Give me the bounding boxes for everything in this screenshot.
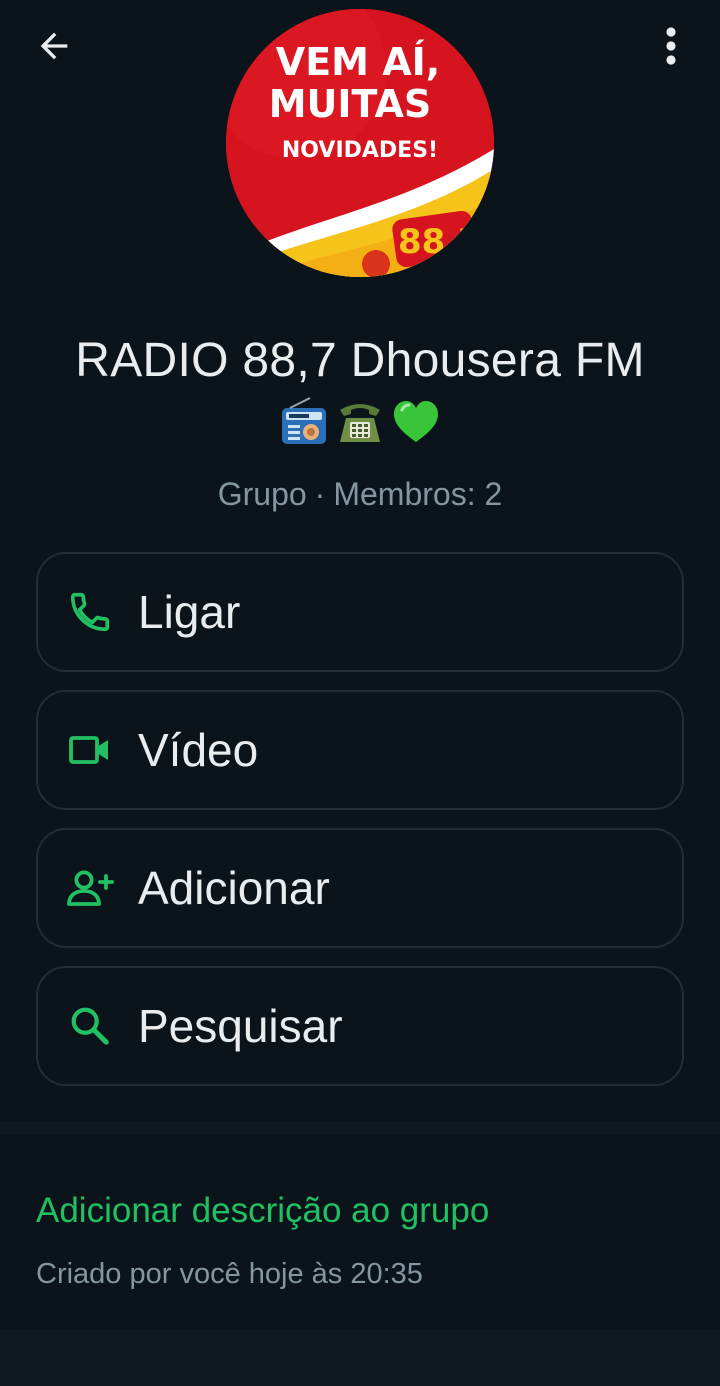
group-type: Grupo [217,476,307,512]
avatar-line-2: MUITAS [269,82,432,126]
avatar-artwork: 88,7 VEM AÍ, MUITAS NOVIDADES! [226,9,494,277]
back-button[interactable] [28,20,80,72]
arrow-left-icon [40,32,68,60]
next-section-divider [0,1330,720,1386]
video-label: Vídeo [138,724,259,776]
radio-emoji [282,397,326,444]
search-label: Pesquisar [138,1000,343,1052]
member-count: Membros: 2 [333,476,503,512]
video-camera-icon [69,736,108,764]
created-info: Criado por você hoje às 20:35 [36,1258,423,1290]
group-info: Grupo · Membros: 2 [0,474,720,514]
telephone-emoji [340,404,380,442]
search-button[interactable]: Pesquisar [36,966,684,1086]
avatar-line-1: VEM AÍ, [276,40,440,84]
group-name-emojis [0,396,720,454]
more-vertical-icon [666,27,676,65]
add-label: Adicionar [138,862,330,914]
call-label: Ligar [138,586,241,638]
group-name: RADIO 88,7 Dhousera FM [75,334,645,387]
call-button[interactable]: Ligar [36,552,684,672]
add-person-icon [67,870,114,906]
add-participant-button[interactable]: Adicionar [36,828,684,948]
green-heart-emoji [394,401,438,442]
section-divider [0,1122,720,1134]
phone-icon [70,592,110,632]
add-description-link[interactable]: Adicionar descrição ao grupo [36,1190,489,1232]
group-avatar[interactable]: 88,7 VEM AÍ, MUITAS NOVIDADES! [226,9,494,277]
more-options-button[interactable] [646,18,696,74]
description-section [0,1134,720,1330]
avatar-line-3: NOVIDADES! [282,138,438,163]
separator: · [314,476,326,512]
search-icon [71,1007,109,1045]
video-button[interactable]: Vídeo [36,690,684,810]
avatar-badge-text: 88,7 [398,222,482,262]
